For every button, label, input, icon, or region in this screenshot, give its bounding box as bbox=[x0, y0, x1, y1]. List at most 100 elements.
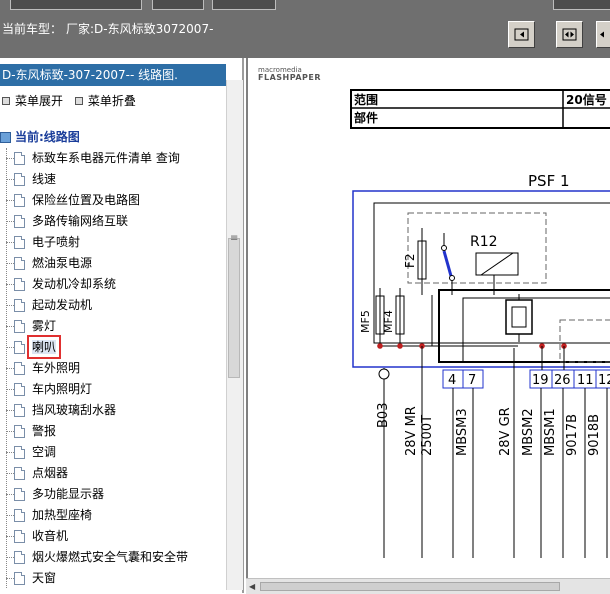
toolbar-button-1[interactable] bbox=[10, 0, 142, 10]
tree-item-label: 天窗 bbox=[32, 571, 57, 585]
toolbar-button-3[interactable] bbox=[212, 0, 276, 10]
document-icon bbox=[14, 446, 25, 459]
tree-item[interactable]: 起动发动机 bbox=[6, 295, 226, 316]
tree-item[interactable]: 警报 bbox=[6, 421, 226, 442]
tree-item[interactable]: 车内照明灯 bbox=[6, 379, 226, 400]
tree-item-label: 电子喷射 bbox=[32, 235, 81, 249]
document-viewer: macromedia FLASHPAPER 范围 20信号 部件 PSF 1 F… bbox=[246, 58, 610, 594]
last-page-icon bbox=[599, 31, 604, 38]
wire-label-28v-gr: 28V GR bbox=[498, 407, 513, 456]
wire-label-28v-mr: 28V MR bbox=[404, 406, 419, 456]
folder-icon bbox=[0, 132, 11, 143]
tree-item[interactable]: 点烟器 bbox=[6, 463, 226, 484]
document-icon bbox=[14, 572, 25, 585]
document-icon bbox=[14, 467, 25, 480]
fuse-mf4-label: MF4 bbox=[382, 310, 395, 333]
tree-item-label: 空调 bbox=[32, 445, 57, 459]
prev-next-button[interactable] bbox=[556, 21, 583, 48]
pin-label-4: 26 bbox=[554, 373, 571, 388]
wiring-diagram: 范围 20信号 部件 PSF 1 F2 R12 MF5 MF4 4 7 19 2… bbox=[350, 89, 610, 558]
tree-item[interactable]: 车外照明 bbox=[6, 358, 226, 379]
document-icon bbox=[14, 215, 25, 228]
first-page-icon bbox=[514, 28, 529, 41]
left-scrollbar-thumb[interactable] bbox=[228, 238, 240, 378]
tree-item[interactable]: 天窗 bbox=[6, 568, 226, 589]
tree-item-label: 收音机 bbox=[32, 529, 69, 543]
prev-next-icon bbox=[562, 28, 577, 41]
pin-boxes: 4 7 19 26 11 12 bbox=[442, 369, 610, 389]
tree-item[interactable]: 雾灯 bbox=[6, 316, 226, 337]
tree-item[interactable]: 烟火爆燃式安全气囊和安全带 bbox=[6, 547, 226, 568]
wire-label-mbsm3: MBSM3 bbox=[455, 408, 470, 456]
tree-item-label: 发动机冷却系统 bbox=[32, 277, 117, 291]
document-icon bbox=[14, 194, 25, 207]
document-icon bbox=[14, 404, 25, 417]
pin-label-3: 19 bbox=[532, 373, 549, 388]
toolbar-button-2[interactable] bbox=[152, 0, 204, 10]
document-icon bbox=[14, 509, 25, 522]
document-icon bbox=[14, 278, 25, 291]
collapse-icon bbox=[74, 97, 83, 105]
document-icon bbox=[14, 299, 25, 312]
document-icon bbox=[14, 320, 25, 333]
fuse-mf5-label: MF5 bbox=[359, 310, 372, 333]
tree-item[interactable]: 保险丝位置及电路图 bbox=[6, 190, 226, 211]
table-signal-label: 20信号 bbox=[566, 92, 607, 107]
tree-item[interactable]: 标致车系电器元件清单 查询 bbox=[6, 148, 226, 169]
document-icon bbox=[14, 362, 25, 375]
menu-expand-link[interactable]: 菜单展开 bbox=[15, 94, 63, 108]
expand-icon bbox=[2, 97, 10, 105]
pin-label-2: 7 bbox=[468, 373, 476, 388]
wire-label-mbsm1: MBSM1 bbox=[543, 408, 558, 456]
tree-item-label: 点烟器 bbox=[32, 466, 69, 480]
tree-item-label: 挡风玻璃刮水器 bbox=[32, 403, 117, 417]
tree-item[interactable]: 电子喷射 bbox=[6, 232, 226, 253]
tree-item[interactable]: 加热型座椅 bbox=[6, 505, 226, 526]
tree-item[interactable]: 喇叭 bbox=[6, 335, 226, 359]
tree-item[interactable]: 发动机冷却系统 bbox=[6, 274, 226, 295]
tree-item-label: 保险丝位置及电路图 bbox=[32, 193, 141, 207]
tree-item[interactable]: 空调 bbox=[6, 442, 226, 463]
tree-item-label: 起动发动机 bbox=[32, 298, 93, 312]
car-model-value: 厂家:D-东风标致3072007- bbox=[66, 22, 214, 36]
tree-item[interactable]: 收音机 bbox=[6, 526, 226, 547]
current-node-label: 当前:线路图 bbox=[15, 130, 80, 144]
pin-label-5: 11 bbox=[577, 373, 594, 388]
document-icon bbox=[14, 152, 25, 165]
last-page-button[interactable] bbox=[596, 21, 610, 48]
tree-item[interactable]: 挡风玻璃刮水器 bbox=[6, 400, 226, 421]
splitter-grip-icon[interactable]: ≡ bbox=[230, 233, 238, 244]
toolbar-button-4[interactable] bbox=[553, 0, 610, 10]
tree-item[interactable]: 线速 bbox=[6, 169, 226, 190]
first-page-button[interactable] bbox=[508, 21, 535, 48]
tree-item-label: 标致车系电器元件清单 查询 bbox=[32, 151, 180, 165]
tree-item[interactable]: 多路传输网络互联 bbox=[6, 211, 226, 232]
document-icon bbox=[14, 551, 25, 564]
table-range-label: 范围 bbox=[354, 92, 378, 107]
left-panel: D-东风标致-307-2007-- 线路图. 菜单展开 菜单折叠 当前:线路图 … bbox=[0, 58, 244, 593]
tree-list: 标致车系电器元件清单 查询 线速保险丝位置及电路图 多路传输网络互联 电子喷射燃油泵电… bbox=[6, 148, 226, 589]
tree-item-label: 多功能显示器 bbox=[32, 487, 105, 501]
document-icon bbox=[14, 530, 25, 543]
menu-controls: 菜单展开 菜单折叠 bbox=[0, 92, 136, 109]
panel-title: D-东风标致-307-2007-- 线路图. bbox=[0, 64, 226, 86]
horizontal-scrollbar[interactable]: ◀ bbox=[246, 578, 610, 594]
tree-item-label: 车内照明灯 bbox=[32, 382, 93, 396]
current-car-model: 当前车型： 厂家:D-东风标致3072007- bbox=[2, 20, 213, 37]
document-icon bbox=[14, 341, 25, 354]
document-icon bbox=[14, 488, 25, 501]
wire-label-mbsm2: MBSM2 bbox=[521, 408, 536, 456]
tree-item-label: 加热型座椅 bbox=[32, 508, 93, 522]
pin-label-6: 12 bbox=[598, 373, 610, 388]
document-icon bbox=[14, 236, 25, 249]
tree-item[interactable]: 多功能显示器 bbox=[6, 484, 226, 505]
document-icon bbox=[14, 257, 25, 270]
tree-item[interactable]: 燃油泵电源 bbox=[6, 253, 226, 274]
scroll-left-arrow-icon[interactable]: ◀ bbox=[249, 582, 255, 591]
current-node[interactable]: 当前:线路图 bbox=[0, 128, 80, 145]
tree-item-label: 线速 bbox=[32, 172, 57, 186]
tree-item-label: 多路传输网络互联 bbox=[32, 214, 129, 228]
menu-collapse-link[interactable]: 菜单折叠 bbox=[88, 94, 136, 108]
horizontal-scrollbar-thumb[interactable] bbox=[260, 582, 560, 591]
car-model-label: 当前车型： bbox=[2, 22, 63, 36]
